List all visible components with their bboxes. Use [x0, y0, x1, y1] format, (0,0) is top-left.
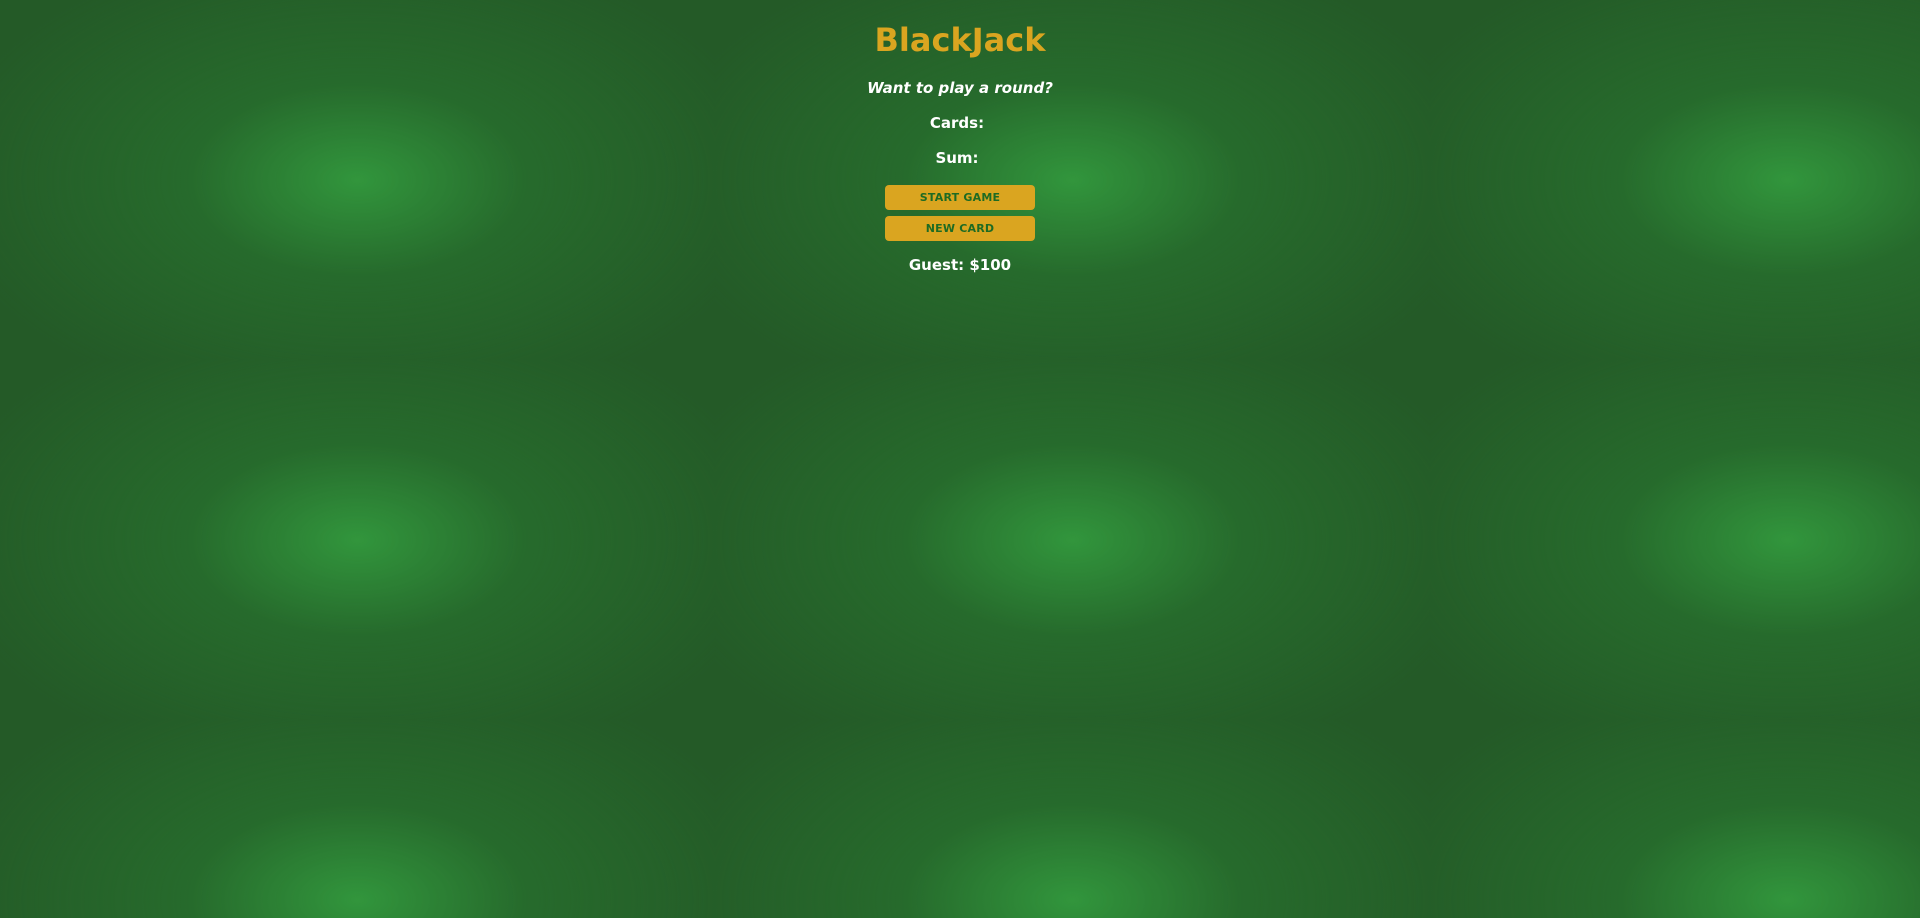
player-info: Guest: $100: [908, 256, 1012, 274]
start-game-button[interactable]: START GAME: [885, 185, 1035, 210]
sum-label: Sum:: [935, 149, 979, 167]
game-message: Want to play a round?: [867, 79, 1053, 97]
cards-label: Cards:: [929, 114, 985, 132]
sum-row: Sum:: [0, 148, 1920, 168]
game-title: BlackJack: [874, 21, 1046, 59]
cards-row: Cards:: [0, 113, 1920, 133]
game-panel: BlackJack Want to play a round? Cards: S…: [0, 0, 1920, 275]
new-card-button[interactable]: NEW CARD: [885, 216, 1035, 241]
